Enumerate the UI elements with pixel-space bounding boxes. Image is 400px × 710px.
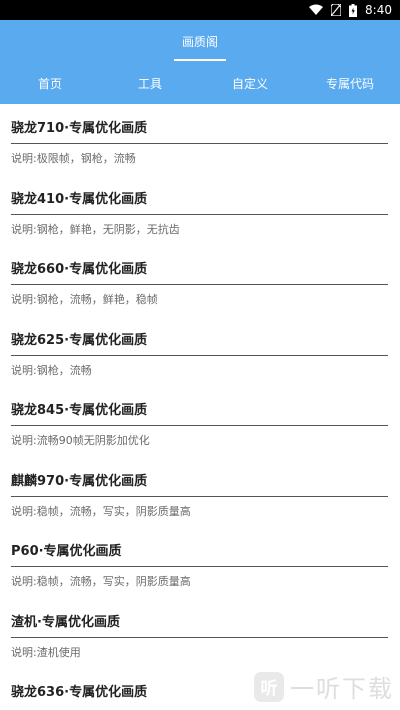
item-desc: 说明:稳帧，流畅，写实，阴影质量高 bbox=[11, 504, 191, 518]
app-header: 画质阁 bbox=[0, 20, 400, 62]
item-title: 骁龙710·专属优化画质 bbox=[11, 121, 148, 136]
item-desc: 说明:稳帧，流畅，写实，阴影质量高 bbox=[11, 575, 191, 588]
list-item[interactable]: P60·专属优化画质 说明:稳帧，流畅，写实，阴影质量高 bbox=[11, 527, 389, 598]
list-item[interactable]: 骁龙625·专属优化画质 说明:钢枪，流畅 bbox=[11, 316, 389, 387]
tab-home[interactable]: 首页 bbox=[0, 75, 100, 92]
divider bbox=[11, 213, 388, 215]
item-desc: 说明:极限帧，钢枪，流畅 bbox=[11, 152, 136, 165]
divider bbox=[11, 284, 388, 285]
tab-exclusive-code[interactable]: 专属代码 bbox=[300, 75, 400, 92]
divider bbox=[11, 636, 388, 638]
divider bbox=[11, 566, 388, 567]
item-desc: 说明:渣机使用 bbox=[11, 645, 81, 659]
no-sim-icon bbox=[331, 4, 342, 16]
list-item[interactable]: 骁龙710·专属优化画质 说明:极限帧，钢枪，流畅 bbox=[11, 104, 389, 175]
watermark-logo: 听 bbox=[254, 671, 284, 702]
list-item[interactable]: 骁龙410·专属优化画质 说明:钢枪，鲜艳，无阴影，无抗齿 bbox=[11, 175, 389, 246]
title-underline bbox=[173, 58, 226, 61]
list-item[interactable]: 骁龙660·专属优化画质 说明:钢枪，流畅，鲜艳，稳帧 bbox=[11, 245, 389, 316]
item-desc: 说明:流畅90帧无阴影加优化 bbox=[11, 434, 150, 447]
item-title: 麒麟970·专属优化画质 bbox=[11, 473, 148, 489]
item-title: 骁龙845·专属优化画质 bbox=[11, 403, 148, 418]
item-title: 渣机·专属优化画质 bbox=[11, 614, 120, 630]
divider bbox=[11, 495, 388, 497]
status-time: 8:40 bbox=[365, 3, 392, 17]
tab-tools[interactable]: 工具 bbox=[100, 75, 200, 92]
item-title: 骁龙625·专属优化画质 bbox=[11, 332, 148, 348]
battery-icon bbox=[349, 3, 358, 17]
item-desc: 说明:钢枪，流畅 bbox=[11, 363, 92, 377]
item-title: 骁龙410·专属优化画质 bbox=[11, 191, 148, 207]
status-bar: 8:40 bbox=[0, 0, 400, 20]
divider bbox=[11, 425, 388, 426]
item-desc: 说明:钢枪，流畅，鲜艳，稳帧 bbox=[11, 293, 158, 306]
item-title: 骁龙660·专属优化画质 bbox=[11, 262, 148, 277]
watermark-text: 一听下载 bbox=[290, 675, 394, 703]
list-item[interactable]: 麒麟970·专属优化画质 说明:稳帧，流畅，写实，阴影质量高 bbox=[11, 457, 389, 528]
divider bbox=[11, 143, 388, 144]
watermark: 听 一听下载 bbox=[254, 669, 394, 704]
list-item[interactable]: 渣机·专属优化画质 说明:渣机使用 bbox=[11, 598, 389, 669]
preset-list: 骁龙710·专属优化画质 说明:极限帧，钢枪，流畅 骁龙410·专属优化画质 说… bbox=[0, 104, 400, 710]
wifi-icon bbox=[309, 4, 324, 16]
list-item[interactable]: 骁龙845·专属优化画质 说明:流畅90帧无阴影加优化 bbox=[11, 386, 389, 457]
divider bbox=[11, 354, 388, 356]
tab-bar: 首页 工具 自定义 专属代码 bbox=[0, 62, 400, 104]
page-title: 画质阁 bbox=[181, 34, 218, 49]
item-desc: 说明:钢枪，鲜艳，无阴影，无抗齿 bbox=[11, 222, 180, 236]
item-title: P60·专属优化画质 bbox=[11, 544, 122, 559]
tab-custom[interactable]: 自定义 bbox=[200, 75, 300, 92]
